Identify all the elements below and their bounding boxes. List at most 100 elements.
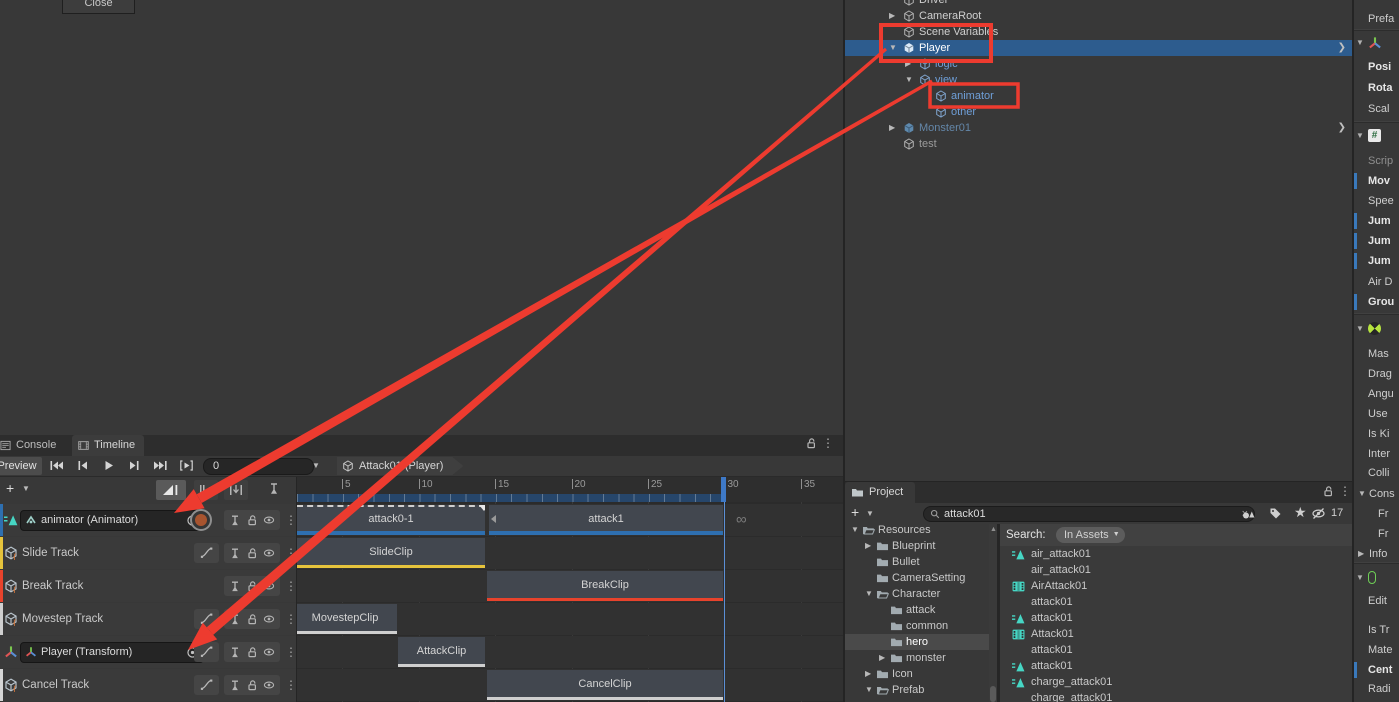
lock-icon[interactable] — [805, 437, 817, 451]
timeline-breadcrumb[interactable]: Attack01 (Player) — [337, 457, 463, 475]
hierarchy-item-other[interactable]: other — [845, 104, 1352, 120]
disclosure-closed-icon[interactable]: ▶ — [879, 650, 885, 666]
search-by-type-icon[interactable] — [1241, 506, 1256, 521]
track-kebab-icon[interactable]: ⋮ — [285, 504, 297, 536]
marker-pin-icon[interactable] — [268, 482, 280, 496]
search-result-air_attack01[interactable]: air_attack01 — [1000, 562, 1352, 578]
track-kebab-icon[interactable]: ⋮ — [285, 603, 297, 635]
play-button[interactable] — [96, 457, 121, 475]
search-result-attack01[interactable]: attack01 — [1000, 610, 1352, 626]
disclosure-open-icon[interactable]: ▼ — [889, 40, 897, 56]
project-folder-hero[interactable]: hero — [845, 634, 997, 650]
eye-icon[interactable] — [263, 514, 275, 526]
hierarchy-item-animator[interactable]: animator — [845, 88, 1352, 104]
disclosure-open-icon[interactable]: ▼ — [851, 524, 859, 538]
close-button[interactable]: Close — [62, 0, 135, 14]
track-header-animator-animator-[interactable]: animator (Animator)⋮ — [0, 504, 296, 536]
create-asset-dropdown[interactable]: ▼ — [866, 509, 874, 518]
clip-slideclip[interactable]: SlideClip — [297, 538, 485, 568]
hierarchy-item-player[interactable]: ▼Player❯ — [845, 40, 1352, 56]
eye-icon[interactable] — [263, 646, 275, 658]
kebab-menu-icon[interactable]: ⋮ — [1339, 484, 1351, 498]
foldout-open-icon[interactable]: ▼ — [1356, 128, 1364, 144]
project-folder-camerasetting[interactable]: CameraSetting — [845, 570, 997, 586]
pin-icon[interactable] — [229, 613, 241, 625]
project-folder-prefab[interactable]: ▼Prefab — [845, 682, 997, 698]
clip-attack1[interactable]: attack1 — [489, 505, 723, 535]
tab-console[interactable]: Console — [0, 435, 65, 456]
component-header-csharp[interactable]: ▼# — [1354, 128, 1399, 146]
clip-breakclip[interactable]: BreakClip — [487, 571, 723, 601]
chevron-right-icon[interactable]: ❯ — [1338, 40, 1346, 56]
pin-icon[interactable] — [229, 547, 241, 559]
chevron-right-icon[interactable]: ❯ — [1338, 120, 1346, 136]
eye-icon[interactable] — [263, 613, 275, 625]
disclosure-closed-icon[interactable]: ▶ — [1358, 545, 1364, 563]
eye-icon[interactable] — [263, 679, 275, 691]
timeline-end-marker[interactable] — [721, 477, 726, 502]
project-folder-monster[interactable]: ▶monster — [845, 650, 997, 666]
search-result-charge_attack01[interactable]: charge_attack01 — [1000, 690, 1352, 702]
mix-mode-button[interactable] — [156, 480, 186, 500]
project-folder-common[interactable]: common — [845, 618, 997, 634]
preview-toggle-button[interactable]: Preview — [0, 457, 42, 475]
project-folder-icon[interactable]: ▶Icon — [845, 666, 997, 682]
pin-icon[interactable] — [229, 580, 241, 592]
tab-timeline[interactable]: Timeline — [72, 435, 144, 456]
hierarchy-item-cameraroot[interactable]: ▶CameraRoot — [845, 8, 1352, 24]
search-result-charge_attack01[interactable]: charge_attack01 — [1000, 674, 1352, 690]
track-header-cancel-track[interactable]: {}Cancel Track⋮ — [0, 669, 296, 701]
lock-icon[interactable] — [1322, 485, 1334, 499]
search-by-label-icon[interactable] — [1268, 506, 1283, 521]
disclosure-open-icon[interactable]: ▼ — [865, 682, 873, 698]
lock-icon[interactable] — [246, 580, 258, 592]
project-folder-character[interactable]: ▼Character — [845, 586, 997, 602]
project-folder-attack[interactable]: attack — [845, 602, 997, 618]
lock-icon[interactable] — [246, 613, 258, 625]
add-track-button[interactable]: + — [6, 480, 14, 496]
play-range-button[interactable] — [174, 457, 199, 475]
lock-icon[interactable] — [246, 547, 258, 559]
hierarchy-item-test[interactable]: test — [845, 136, 1352, 152]
lock-icon[interactable] — [246, 646, 258, 658]
pin-icon[interactable] — [229, 679, 241, 691]
foldout-open-icon[interactable]: ▼ — [1356, 35, 1364, 51]
frame-number-field[interactable]: 0 — [203, 458, 314, 475]
track-kebab-icon[interactable]: ⋮ — [285, 669, 297, 701]
search-result-air_attack01[interactable]: air_attack01 — [1000, 546, 1352, 562]
track-header-player-transform-[interactable]: Player (Transform) ⋮ — [0, 636, 296, 668]
next-frame-button[interactable] — [122, 457, 147, 475]
track-kebab-icon[interactable]: ⋮ — [285, 570, 297, 602]
kebab-menu-icon[interactable]: ⋮ — [822, 436, 834, 450]
search-result-airattack01[interactable]: AirAttack01 — [1000, 578, 1352, 594]
component-header-rigidbody[interactable]: ▼ — [1354, 321, 1399, 339]
project-folder-blueprint[interactable]: ▶Blueprint — [845, 538, 997, 554]
track-header-break-track[interactable]: {}Break Track⋮ — [0, 570, 296, 602]
track-kebab-icon[interactable]: ⋮ — [285, 636, 297, 668]
clip-movestepclip[interactable]: MovestepClip — [297, 604, 397, 634]
disclosure-closed-icon[interactable]: ▶ — [889, 8, 895, 24]
panel-divider-vertical[interactable] — [843, 0, 845, 702]
ripple-mode-button[interactable] — [194, 480, 218, 500]
curves-toggle-button[interactable] — [194, 642, 219, 662]
hierarchy-item-logic[interactable]: ▶logic — [845, 56, 1352, 72]
search-result-attack01[interactable]: Attack01 — [1000, 626, 1352, 642]
playhead-line[interactable] — [724, 502, 725, 702]
disclosure-open-icon[interactable]: ▼ — [905, 72, 913, 88]
record-button[interactable] — [190, 509, 212, 531]
track-header-slide-track[interactable]: {}Slide Track⋮ — [0, 537, 296, 569]
foldout-open-icon[interactable]: ▼ — [1356, 321, 1364, 337]
goto-end-button[interactable] — [148, 457, 173, 475]
track-header-movestep-track[interactable]: {}Movestep Track⋮ — [0, 603, 296, 635]
tab-project[interactable]: Project — [845, 482, 915, 503]
hierarchy-item-view[interactable]: ▼view — [845, 72, 1352, 88]
disclosure-open-icon[interactable]: ▼ — [865, 586, 873, 602]
curves-toggle-button[interactable] — [194, 543, 219, 563]
track-binding-field[interactable]: Player (Transform) — [20, 642, 204, 663]
pin-icon[interactable] — [229, 514, 241, 526]
project-search-field[interactable]: attack01 × — [923, 506, 1255, 522]
disclosure-closed-icon[interactable]: ▶ — [905, 56, 911, 72]
replace-mode-button[interactable] — [224, 480, 248, 500]
scrollbar-thumb[interactable] — [990, 686, 996, 702]
project-folder-resources[interactable]: ▼Resources — [845, 524, 997, 538]
